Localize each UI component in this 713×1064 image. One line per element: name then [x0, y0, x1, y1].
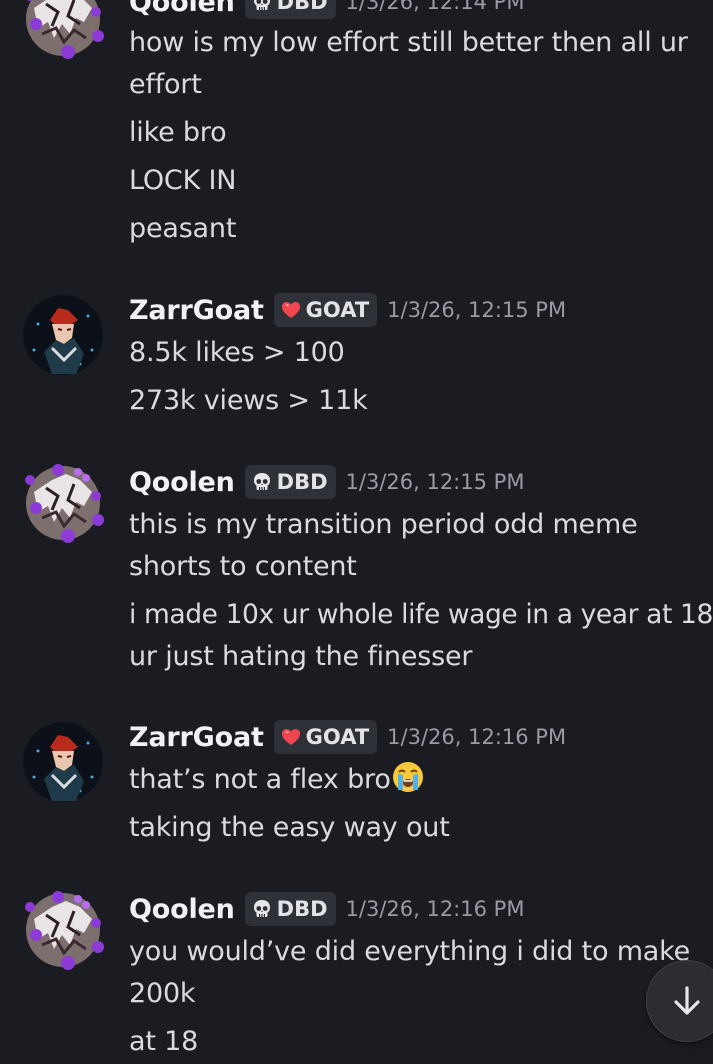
message-text: you would’ve did everything i did to mak…: [129, 936, 691, 967]
user-avatar-image: [22, 0, 104, 60]
user-avatar-image: [22, 889, 104, 971]
username[interactable]: Qoolen: [129, 467, 235, 498]
message-header: Qoolen DBD 1/3/26, 12:16 PM: [129, 889, 524, 929]
message-text: 273k views > 11k: [129, 385, 368, 416]
message-header: Qoolen DBD 1/3/26, 12:15 PM: [129, 462, 524, 502]
skull-icon: [251, 898, 273, 920]
message-text: peasant: [129, 213, 237, 244]
timestamp: 1/3/26, 12:16 PM: [387, 725, 567, 749]
username[interactable]: ZarrGoat: [129, 722, 264, 753]
arrow-down-icon: [674, 986, 700, 1015]
timestamp: 1/3/26, 12:16 PM: [345, 897, 525, 921]
server-tag-label: DBD: [276, 897, 328, 921]
user-avatar-image: [22, 462, 104, 544]
server-tag-label: GOAT: [305, 725, 370, 749]
server-tag-label: GOAT: [305, 298, 370, 322]
message-text: like bro: [129, 117, 227, 148]
message-header: ZarrGoat GOAT 1/3/26, 12:15 PM: [129, 290, 566, 330]
server-tag[interactable]: DBD: [244, 465, 336, 499]
message-text: this is my transition period odd meme: [129, 509, 638, 540]
loudly-crying-emoji-icon: [392, 762, 423, 792]
server-tag[interactable]: GOAT: [273, 293, 378, 327]
username[interactable]: Qoolen: [129, 894, 235, 925]
message-text: ur just hating the finesser: [129, 641, 473, 672]
message-header: ZarrGoat GOAT 1/3/26, 12:16 PM: [129, 717, 566, 757]
avatar[interactable]: [22, 462, 104, 544]
message-text: LOCK IN: [129, 165, 237, 196]
avatar[interactable]: [22, 294, 104, 376]
avatar[interactable]: [22, 721, 104, 803]
timestamp: 1/3/26, 12:15 PM: [345, 470, 525, 494]
avatar[interactable]: [22, 889, 104, 971]
skull-icon: [251, 471, 273, 493]
server-tag[interactable]: DBD: [244, 0, 336, 19]
message-text-row: that’s not a flex bro: [129, 759, 425, 801]
username[interactable]: ZarrGoat: [129, 295, 264, 326]
message-header: Qoolen DBD 1/3/26, 12:14 PM: [129, 0, 524, 22]
server-tag-label: DBD: [276, 0, 328, 14]
message-text: that’s not a flex bro: [129, 764, 391, 795]
heart-icon: [280, 299, 302, 321]
scroll-to-bottom-button[interactable]: [646, 960, 713, 1042]
user-avatar-image: [22, 294, 104, 376]
heart-icon: [280, 726, 302, 748]
message-text: effort: [129, 69, 202, 100]
message-text: i made 10x ur whole life wage in a year …: [129, 599, 713, 630]
timestamp: 1/3/26, 12:14 PM: [345, 0, 525, 14]
avatar[interactable]: [22, 0, 104, 60]
timestamp: 1/3/26, 12:15 PM: [387, 298, 567, 322]
message-text: how is my low effort still better then a…: [129, 27, 688, 58]
username[interactable]: Qoolen: [129, 0, 235, 18]
server-tag[interactable]: DBD: [244, 892, 336, 926]
skull-icon: [251, 0, 273, 13]
message-text: taking the easy way out: [129, 812, 450, 843]
message-text: 200k: [129, 978, 196, 1009]
server-tag-label: DBD: [276, 470, 328, 494]
message-text: at 18: [129, 1026, 199, 1057]
message-text: shorts to content: [129, 551, 357, 582]
message-text: 8.5k likes > 100: [129, 337, 345, 368]
user-avatar-image: [22, 721, 104, 803]
server-tag[interactable]: GOAT: [273, 720, 378, 754]
